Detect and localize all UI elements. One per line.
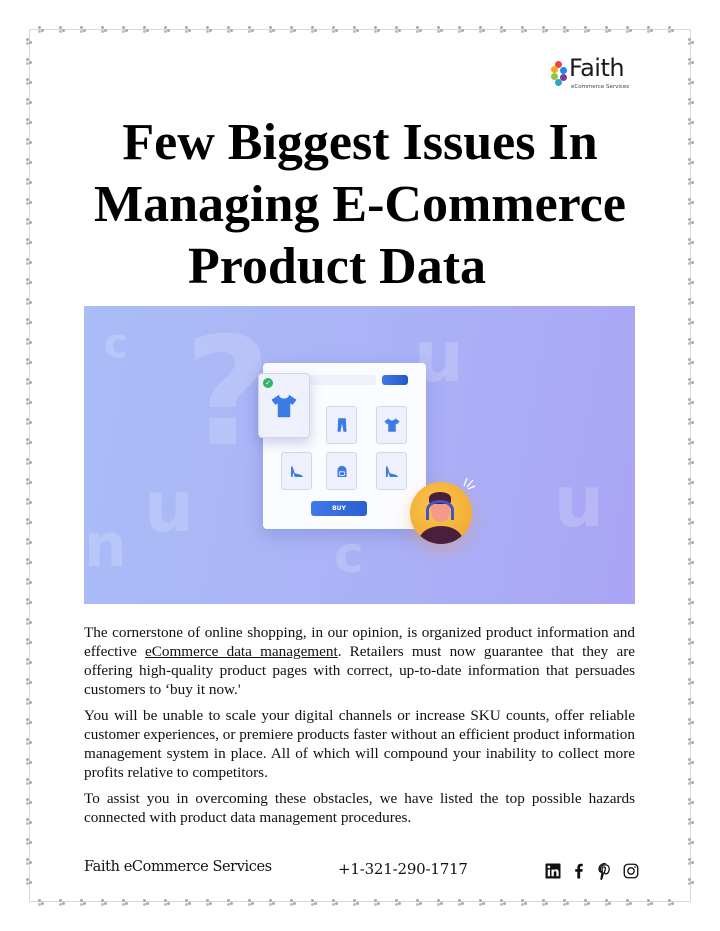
sparkle-lines-icon bbox=[463, 477, 476, 490]
title-line-3: Product Data bbox=[188, 238, 487, 295]
product-tile-pants bbox=[326, 406, 357, 444]
tshirt-icon bbox=[384, 418, 399, 432]
product-tile-heel bbox=[281, 452, 312, 490]
support-agent-avatar bbox=[410, 482, 472, 544]
faith-logo: Faith eCommerce Services bbox=[551, 54, 641, 94]
product-tile-heel bbox=[376, 452, 407, 490]
search-bar bbox=[308, 375, 376, 385]
logo-tagline: eCommerce Services bbox=[571, 84, 630, 90]
logo-petal bbox=[551, 66, 558, 73]
social-links bbox=[543, 861, 641, 881]
logo-petal bbox=[560, 74, 567, 81]
title-line-1: Few Biggest Issues In bbox=[122, 114, 598, 171]
heel-shoe-icon bbox=[290, 466, 303, 477]
product-tile-tshirt bbox=[376, 406, 407, 444]
product-tile-backpack bbox=[326, 452, 357, 490]
decorative-shape: n bbox=[84, 511, 127, 581]
pants-icon bbox=[337, 418, 346, 432]
buy-button: BUY bbox=[311, 501, 367, 516]
headset-icon bbox=[426, 500, 454, 520]
search-button bbox=[382, 375, 408, 385]
article-body: The cornerstone of online shopping, in o… bbox=[84, 623, 635, 834]
title-line-2: Managing E-Commerce bbox=[94, 176, 626, 233]
decorative-shape: c bbox=[104, 321, 128, 367]
heel-shoe-icon bbox=[385, 466, 398, 477]
logo-petal bbox=[560, 67, 567, 74]
pinterest-icon[interactable] bbox=[595, 861, 615, 881]
decorative-shape: c bbox=[334, 526, 364, 584]
backpack-icon bbox=[337, 465, 346, 477]
facebook-icon[interactable] bbox=[569, 861, 589, 881]
logo-flower-icon bbox=[551, 61, 567, 87]
instagram-icon[interactable] bbox=[621, 861, 641, 881]
decorative-shape: u bbox=[554, 461, 604, 543]
paragraph-3: To assist you in overcoming these obstac… bbox=[84, 790, 635, 826]
paragraph-2: You will be unable to scale your digital… bbox=[84, 707, 635, 781]
logo-wordmark: Faith bbox=[569, 54, 625, 82]
linkedin-icon[interactable] bbox=[543, 861, 563, 881]
decorative-shape: u bbox=[144, 466, 194, 548]
ecommerce-data-management-link[interactable]: eCommerce data management bbox=[145, 643, 338, 660]
page-title: Few Biggest Issues In Managing E-Commerc… bbox=[80, 112, 640, 298]
check-icon: ✓ bbox=[263, 378, 273, 388]
footer-phone[interactable]: +1-321-290-1717 bbox=[338, 860, 468, 878]
footer-company-name: Faith eCommerce Services bbox=[84, 859, 272, 875]
tshirt-icon bbox=[271, 394, 297, 417]
hero-illustration: ? c u u u c n BUY ✓ bbox=[84, 306, 635, 604]
paragraph-1: The cornerstone of online shopping, in o… bbox=[84, 624, 635, 698]
featured-product-tile: ✓ bbox=[258, 373, 310, 438]
